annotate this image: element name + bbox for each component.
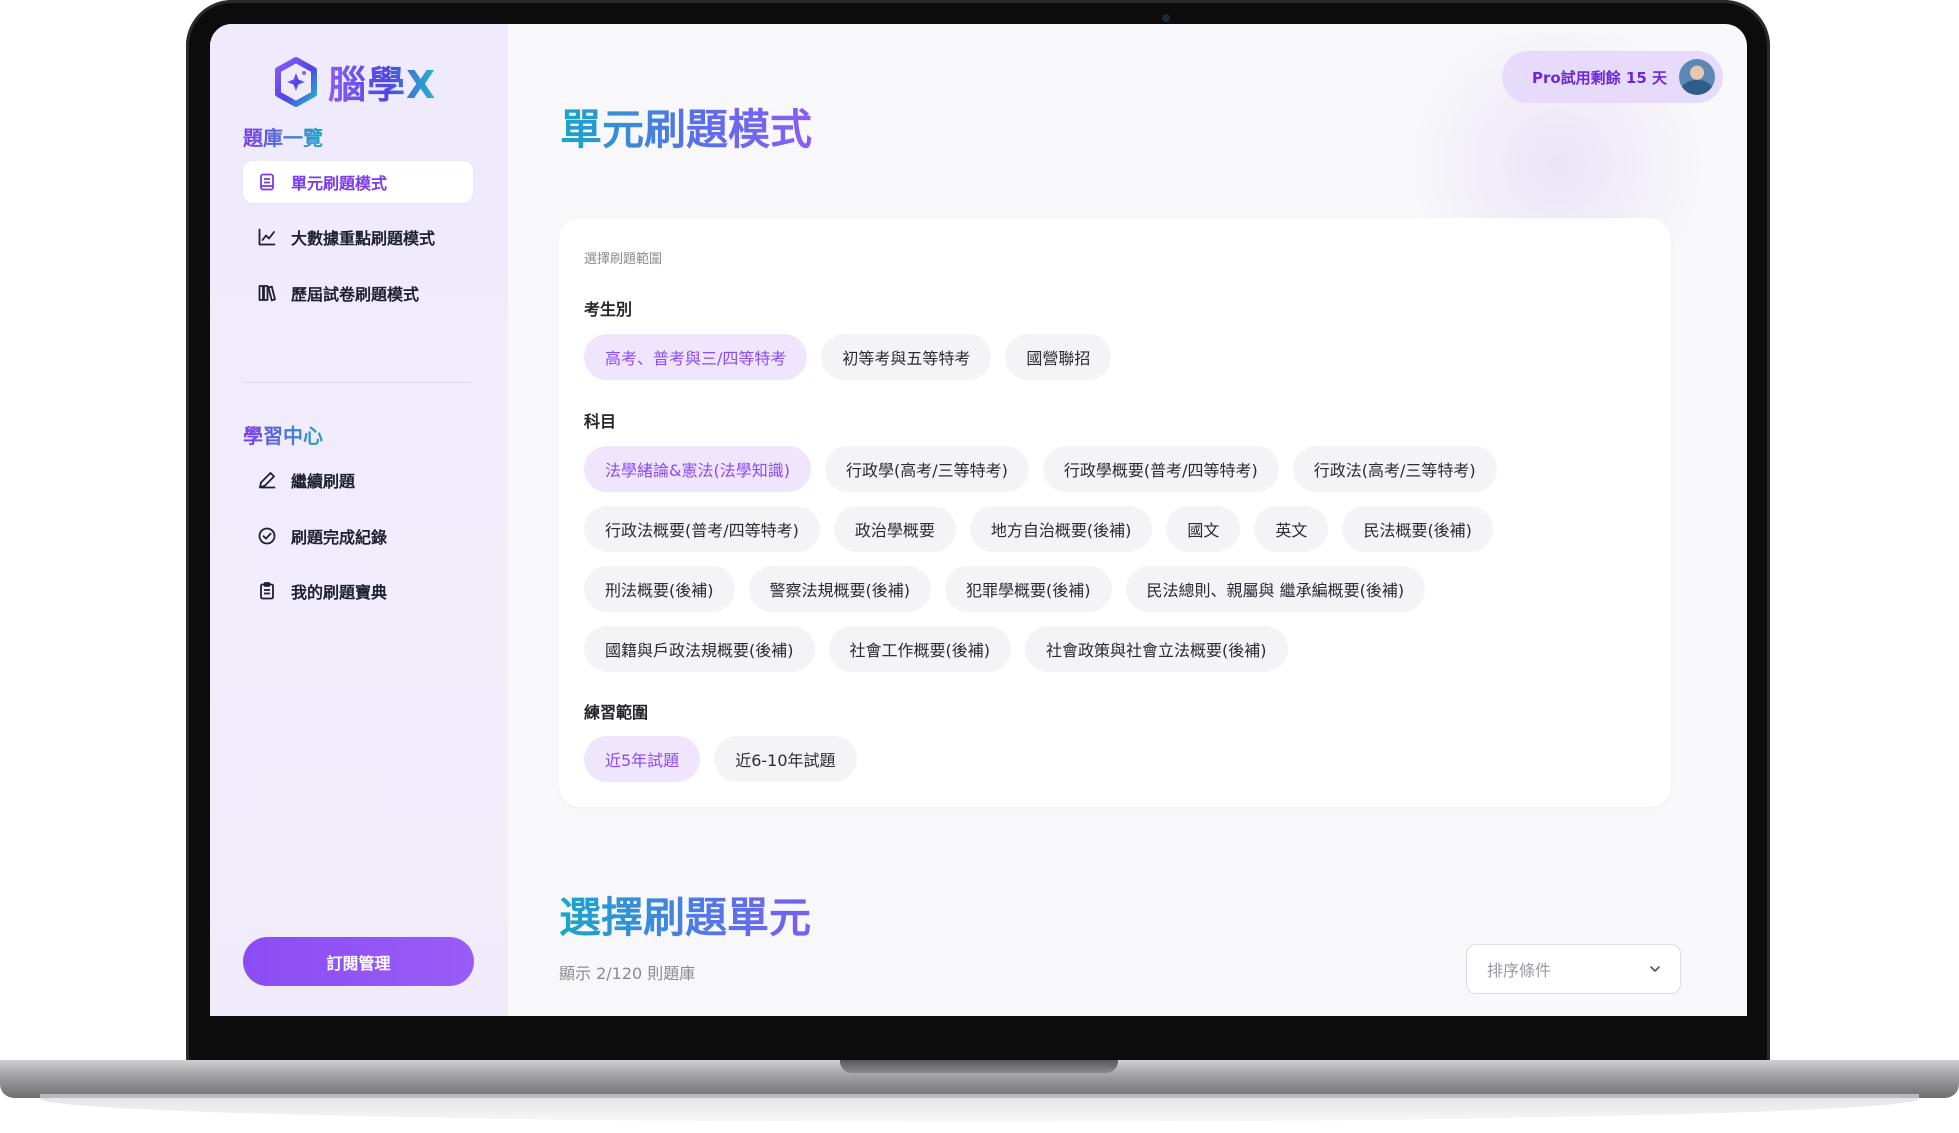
main-content: Pro試用剩餘 15 天 單元刷題模式 選擇刷題範圍 考生別 高考、普考與三/四… — [508, 24, 1747, 1016]
sidebar-item-completion-record[interactable]: 刷題完成紀錄 — [243, 515, 473, 557]
chip-subject[interactable]: 法學緒論&憲法(法學知識) — [584, 446, 811, 492]
pencil-icon — [259, 472, 276, 489]
pro-trial-badge[interactable]: Pro試用剩餘 15 天 — [1501, 51, 1723, 103]
chip-subject[interactable]: 英文 — [1254, 506, 1329, 552]
sidebar-item-label: 大數據重點刷題模式 — [291, 229, 436, 248]
sidebar-section-question-bank: 題庫一覽 — [243, 122, 323, 151]
sidebar-section-learning-center: 學習中心 — [243, 420, 323, 449]
chip-exam-type[interactable]: 初等考與五等特考 — [821, 334, 992, 380]
chip-subject[interactable]: 民法總則、親屬與 繼承編概要(後補) — [1125, 566, 1426, 612]
chip-subject[interactable]: 社會政策與社會立法概要(後補) — [1025, 626, 1288, 672]
chip-subject[interactable]: 行政學(高考/三等特考) — [824, 446, 1029, 492]
range-options: 近5年試題 近6-10年試題 — [584, 736, 857, 782]
subject-label: 科目 — [584, 412, 617, 431]
chip-range[interactable]: 近6-10年試題 — [714, 736, 857, 782]
chip-subject[interactable]: 政治學概要 — [833, 506, 956, 552]
chip-subject[interactable]: 國籍與戶政法規概要(後補) — [584, 626, 815, 672]
filter-hint: 選擇刷題範圍 — [584, 252, 663, 267]
subscription-management-button[interactable]: 訂閱管理 — [243, 937, 474, 986]
exam-type-options: 高考、普考與三/四等特考 初等考與五等特考 國營聯招 — [584, 334, 1112, 380]
laptop-notch — [840, 1060, 1118, 1073]
chip-subject[interactable]: 行政學概要(普考/四等特考) — [1042, 446, 1279, 492]
chip-range[interactable]: 近5年試題 — [584, 736, 701, 782]
result-count: 顯示 2/120 則題庫 — [559, 964, 696, 983]
chip-subject[interactable]: 國文 — [1166, 506, 1241, 552]
chip-subject[interactable]: 地方自治概要(後補) — [969, 506, 1153, 552]
page-title: 單元刷題模式 — [560, 96, 812, 157]
pro-trial-text: Pro試用剩餘 15 天 — [1531, 68, 1667, 87]
chevron-down-icon — [1650, 966, 1660, 972]
sidebar-divider — [243, 382, 473, 383]
chip-subject[interactable]: 犯罪學概要(後補) — [945, 566, 1112, 612]
filter-card: 選擇刷題範圍 考生別 高考、普考與三/四等特考 初等考與五等特考 國營聯招 科目… — [559, 218, 1671, 807]
sidebar-item-past-papers-mode[interactable]: 歷屆試卷刷題模式 — [243, 272, 473, 314]
chip-subject[interactable]: 社會工作概要(後補) — [828, 626, 1011, 672]
camera-dot — [1162, 14, 1170, 22]
subject-row-1: 法學緒論&憲法(法學知識) 行政學(高考/三等特考) 行政學概要(普考/四等特考… — [584, 446, 1497, 492]
logo-text: 腦學X — [328, 54, 436, 109]
exam-type-label: 考生別 — [584, 300, 633, 319]
unit-section-title: 選擇刷題單元 — [559, 884, 811, 945]
subject-row-4: 國籍與戶政法規概要(後補) 社會工作概要(後補) 社會政策與社會立法概要(後補) — [584, 626, 1288, 672]
user-avatar[interactable] — [1679, 59, 1715, 95]
chip-subject[interactable]: 警察法規概要(後補) — [748, 566, 931, 612]
subject-row-2: 行政法概要(普考/四等特考) 政治學概要 地方自治概要(後補) 國文 英文 民法… — [584, 506, 1493, 552]
sidebar-item-label: 歷屆試卷刷題模式 — [291, 285, 420, 304]
sort-select-placeholder: 排序條件 — [1487, 961, 1552, 980]
line-chart-icon — [258, 228, 276, 246]
books-icon — [258, 285, 276, 302]
sidebar: 腦學X 題庫一覽 單元刷題模式 大數據重點刷題模式 歷屆試卷刷題模式 學習中心 … — [210, 24, 508, 1016]
chip-subject[interactable]: 刑法概要(後補) — [584, 566, 735, 612]
app-screen: 腦學X 題庫一覽 單元刷題模式 大數據重點刷題模式 歷屆試卷刷題模式 學習中心 … — [210, 24, 1747, 1016]
laptop-base-shadow — [40, 1094, 1919, 1122]
laptop-mockup: 腦學X 題庫一覽 單元刷題模式 大數據重點刷題模式 歷屆試卷刷題模式 學習中心 … — [0, 0, 1959, 1133]
sidebar-item-unit-mode[interactable]: 單元刷題模式 — [243, 161, 473, 203]
chip-exam-type[interactable]: 國營聯招 — [1005, 334, 1112, 380]
sidebar-item-label: 單元刷題模式 — [291, 174, 388, 193]
sidebar-item-label: 我的刷題寶典 — [291, 583, 388, 602]
check-circle-icon — [258, 527, 276, 545]
sidebar-item-label: 刷題完成紀錄 — [291, 528, 388, 547]
sidebar-item-my-notebook[interactable]: 我的刷題寶典 — [243, 570, 473, 612]
brain-logo-icon — [275, 56, 317, 107]
sidebar-item-label: 繼續刷題 — [291, 472, 356, 491]
chip-subject[interactable]: 行政法概要(普考/四等特考) — [584, 506, 820, 552]
chip-exam-type[interactable]: 高考、普考與三/四等特考 — [584, 334, 808, 380]
document-icon — [260, 173, 274, 191]
sort-select[interactable]: 排序條件 — [1466, 944, 1681, 994]
chip-subject[interactable]: 民法概要(後補) — [1342, 506, 1493, 552]
sidebar-item-continue[interactable]: 繼續刷題 — [243, 459, 473, 501]
subject-row-3: 刑法概要(後補) 警察法規概要(後補) 犯罪學概要(後補) 民法總則、親屬與 繼… — [584, 566, 1426, 612]
clipboard-icon — [260, 582, 274, 600]
logo[interactable]: 腦學X — [270, 54, 436, 109]
sidebar-item-big-data-mode[interactable]: 大數據重點刷題模式 — [243, 216, 473, 258]
chip-subject[interactable]: 行政法(高考/三等特考) — [1292, 446, 1497, 492]
range-label: 練習範圍 — [584, 703, 649, 722]
